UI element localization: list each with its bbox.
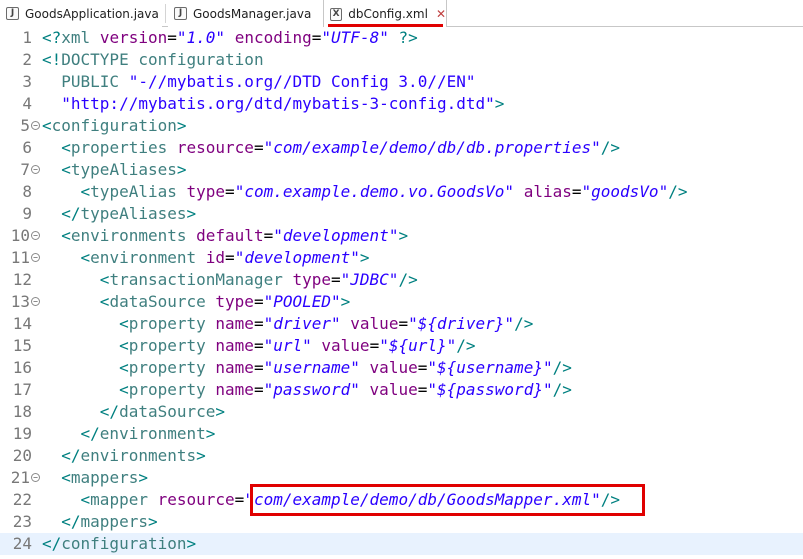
line-number: 12: [12, 270, 32, 289]
code-line[interactable]: 8 <typeAlias type="com.example.demo.vo.G…: [0, 181, 803, 203]
line-number: 20: [12, 446, 32, 465]
fold-toggle-icon[interactable]: −: [31, 121, 40, 130]
line-number: 15: [12, 336, 32, 355]
line-number: 19: [12, 424, 32, 443]
xml-code-editor[interactable]: 1 <?xml version="1.0" encoding="UTF-8" ?>…: [0, 27, 803, 559]
line-number: 8: [22, 182, 32, 201]
code-text: <typeAlias type="com.example.demo.vo.Goo…: [80, 182, 688, 201]
code-text: <!DOCTYPE configuration: [42, 50, 264, 69]
tab-label: GoodsApplication.java: [25, 6, 159, 21]
line-number: 17: [12, 380, 32, 399]
code-text: <typeAliases>: [61, 160, 187, 179]
code-line[interactable]: 2 <!DOCTYPE configuration: [0, 49, 803, 71]
line-number: 22: [12, 490, 32, 509]
code-text: <?xml version="1.0" encoding="UTF-8" ?>: [42, 28, 418, 47]
code-text: <property name="driver" value="${driver}…: [119, 314, 534, 333]
java-file-icon: J: [174, 7, 187, 20]
code-line[interactable]: 24 </configuration>: [0, 533, 803, 555]
code-line[interactable]: 1 <?xml version="1.0" encoding="UTF-8" ?>: [0, 27, 803, 49]
code-text: <environment id="development">: [80, 248, 370, 267]
code-line[interactable]: 5− <configuration>: [0, 115, 803, 137]
code-text: <configuration>: [42, 116, 187, 135]
code-line[interactable]: 16 <property name="username" value="${us…: [0, 357, 803, 379]
xml-file-icon: X: [330, 7, 343, 21]
code-text: <transactionManager type="JDBC"/>: [99, 270, 418, 289]
code-text: <property name="url" value="${url}"/>: [119, 336, 476, 355]
code-text: </typeAliases>: [61, 204, 197, 223]
code-text: <dataSource type="POOLED">: [99, 292, 351, 311]
editor-tab-bar: J GoodsApplication.java J GoodsManager.j…: [0, 0, 803, 28]
code-line[interactable]: 10− <environments default="development">: [0, 225, 803, 247]
code-line[interactable]: 13− <dataSource type="POOLED">: [0, 291, 803, 313]
fold-toggle-icon[interactable]: −: [31, 165, 40, 174]
line-number: 9: [22, 204, 32, 223]
fold-toggle-icon[interactable]: −: [31, 473, 40, 482]
tab-goods-manager-java[interactable]: J GoodsManager.java: [168, 0, 323, 27]
code-line[interactable]: 3 PUBLIC "-//mybatis.org//DTD Config 3.0…: [0, 71, 803, 93]
line-number: 16: [12, 358, 32, 377]
mapper-resource-annotation-box: [250, 484, 645, 516]
code-line[interactable]: 15 <property name="url" value="${url}"/>: [0, 335, 803, 357]
code-line[interactable]: 19 </environment>: [0, 423, 803, 445]
code-line[interactable]: 17 <property name="password" value="${pa…: [0, 379, 803, 401]
close-icon[interactable]: ✕: [436, 8, 446, 20]
code-text: <environments default="development">: [61, 226, 409, 245]
code-text: <property name="password" value="${passw…: [119, 380, 572, 399]
line-number: 6: [22, 138, 32, 157]
line-number: 23: [12, 512, 32, 531]
code-text: </dataSource>: [99, 402, 226, 421]
code-text: </mappers>: [61, 512, 158, 531]
java-file-icon: J: [6, 7, 19, 20]
line-number: 2: [22, 50, 32, 69]
code-line[interactable]: 12 <transactionManager type="JDBC"/>: [0, 269, 803, 291]
tab-divider: [165, 4, 166, 23]
code-line[interactable]: 14 <property name="driver" value="${driv…: [0, 313, 803, 335]
fold-toggle-icon[interactable]: −: [31, 297, 40, 306]
line-number: 1: [22, 28, 32, 47]
code-text: </configuration>: [42, 534, 197, 553]
line-number: 3: [22, 72, 32, 91]
code-text: </environments>: [61, 446, 206, 465]
fold-toggle-icon[interactable]: −: [31, 231, 40, 240]
code-text: PUBLIC "-//mybatis.org//DTD Config 3.0//…: [61, 72, 476, 91]
tab-label: dbConfig.xml: [348, 7, 428, 21]
fold-toggle-icon[interactable]: −: [31, 253, 40, 262]
code-text: <mappers>: [61, 468, 148, 487]
code-line[interactable]: 6 <properties resource="com/example/demo…: [0, 137, 803, 159]
tab-goods-application-java[interactable]: J GoodsApplication.java: [0, 0, 162, 27]
code-line[interactable]: 11− <environment id="development">: [0, 247, 803, 269]
code-line[interactable]: 9 </typeAliases>: [0, 203, 803, 225]
code-line[interactable]: 18 </dataSource>: [0, 401, 803, 423]
code-line[interactable]: 7− <typeAliases>: [0, 159, 803, 181]
code-text: <property name="username" value="${usern…: [119, 358, 572, 377]
line-number: 14: [12, 314, 32, 333]
line-number: 18: [12, 402, 32, 421]
code-line[interactable]: 20 </environments>: [0, 445, 803, 467]
line-number: 24: [12, 534, 32, 553]
code-line[interactable]: 4 "http://mybatis.org/dtd/mybatis-3-conf…: [0, 93, 803, 115]
tab-label: GoodsManager.java: [193, 6, 312, 21]
code-text: "http://mybatis.org/dtd/mybatis-3-config…: [61, 94, 505, 113]
code-text: </environment>: [80, 424, 216, 443]
code-text: <properties resource="com/example/demo/d…: [61, 138, 620, 157]
line-number: 4: [22, 94, 32, 113]
